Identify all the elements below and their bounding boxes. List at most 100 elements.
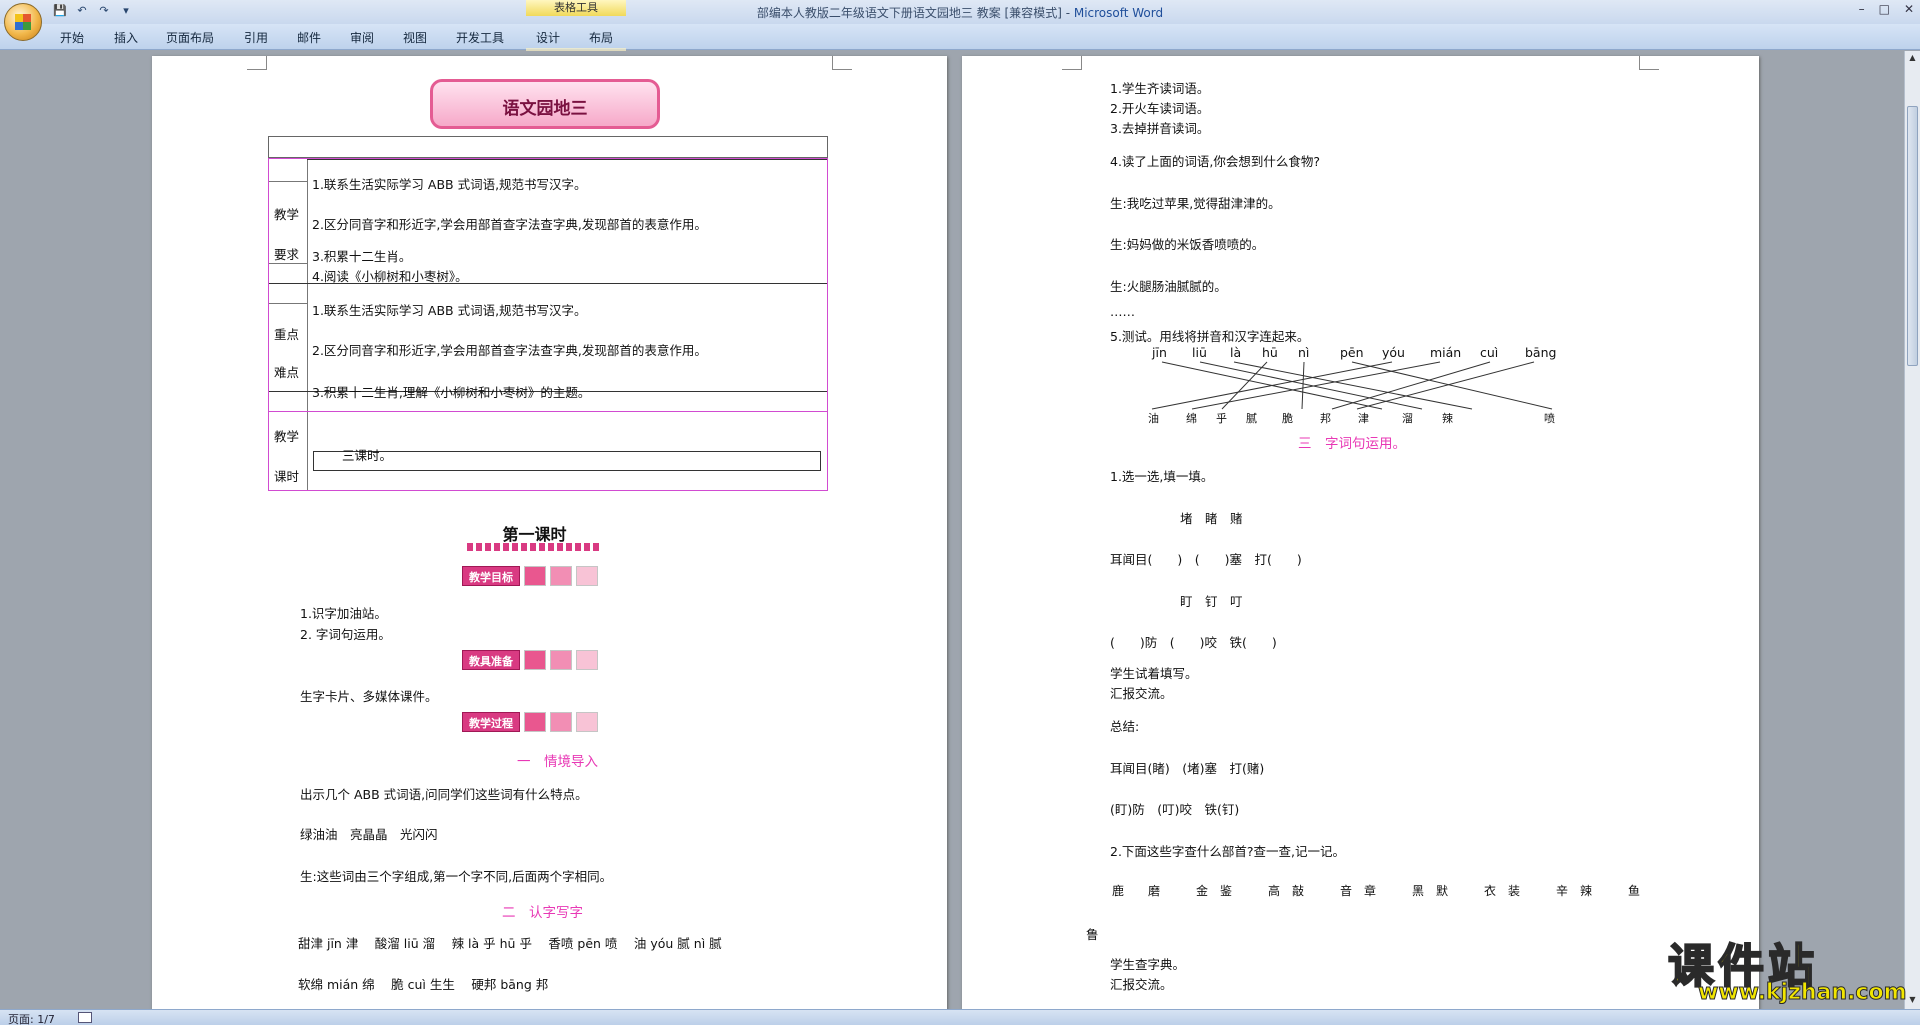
row-label: 教学 bbox=[274, 207, 300, 222]
pill-square bbox=[576, 566, 598, 586]
paragraph: 堵 睹 赌 bbox=[1180, 511, 1243, 526]
tab-insert[interactable]: 插入 bbox=[114, 29, 138, 46]
paragraph: ( )防 ( )咬 铁( ) bbox=[1110, 635, 1277, 650]
requirements-table bbox=[268, 158, 828, 491]
row-label: 教学 bbox=[274, 429, 300, 444]
page-count[interactable]: 页面: 1/7 bbox=[8, 1011, 55, 1025]
paragraph: 甜津 jīn 津 酸溜 liū 溜 辣 là 乎 hū 乎 香喷 pēn 喷 油… bbox=[298, 936, 722, 951]
pill-square bbox=[524, 650, 546, 670]
hanzi-label: 溜 bbox=[1402, 412, 1413, 425]
section-heading-2: 二 认字写字 bbox=[502, 905, 583, 921]
goal-item: 4.阅读《小柳树和小枣树》。 bbox=[312, 269, 468, 284]
ribbon-tabs: 开始 插入 页面布局 引用 邮件 审阅 视图 开发工具 设计 布局 ? bbox=[0, 24, 1920, 74]
tab-view[interactable]: 视图 bbox=[403, 29, 427, 46]
table-divider bbox=[269, 181, 307, 182]
prep-text: 生字卡片、多媒体课件。 bbox=[300, 689, 438, 704]
tab-review[interactable]: 审阅 bbox=[350, 29, 374, 46]
pill-square bbox=[524, 712, 546, 732]
minimize-button[interactable]: – bbox=[1859, 2, 1865, 16]
paragraph: 总结: bbox=[1110, 719, 1140, 734]
pill-square bbox=[550, 566, 572, 586]
objectives-pill: 教学目标 bbox=[462, 566, 520, 586]
paragraph: (盯)防 (叮)咬 铁(钉) bbox=[1110, 802, 1240, 817]
hanzi-label: 喷 bbox=[1544, 412, 1555, 425]
table-divider bbox=[269, 303, 307, 304]
watermark-logo: 课件站 www.kjzhan.com bbox=[1667, 930, 1908, 1008]
row-label: 难点 bbox=[274, 365, 300, 380]
paragraph: 耳闻目( ) ( )塞 打( ) bbox=[1110, 552, 1302, 567]
hanzi-label: 腻 bbox=[1246, 412, 1257, 425]
key-item: 3.积累十二生肖,理解《小柳树和小枣树》的主题。 bbox=[312, 385, 591, 400]
title-separator: - bbox=[1061, 6, 1074, 20]
row-label: 要求 bbox=[274, 247, 300, 262]
tab-references[interactable]: 引用 bbox=[244, 29, 268, 46]
paragraph: 学生试着填写。 bbox=[1110, 666, 1198, 681]
document-title: 部编本人教版二年级语文下册语文园地三 教案 [兼容模式] bbox=[756, 6, 1062, 20]
paragraph: 绿油油 亮晶晶 光闪闪 bbox=[300, 827, 438, 842]
objectives-heading: 教学目标 bbox=[462, 566, 598, 586]
paragraph: 汇报交流。 bbox=[1110, 977, 1173, 992]
scroll-up-icon[interactable]: ▲ bbox=[1907, 53, 1918, 65]
scroll-down-icon[interactable]: ▼ bbox=[1907, 995, 1918, 1007]
section-heading-1: 一 情境导入 bbox=[517, 754, 598, 770]
page-2: 1.学生齐读词语。 2.开火车读词语。 3.去掉拼音读词。 4.读了上面的词语,… bbox=[962, 56, 1759, 1014]
hanzi-label: 乎 bbox=[1216, 412, 1227, 425]
tab-developer[interactable]: 开发工具 bbox=[456, 29, 504, 46]
hanzi-label: 脆 bbox=[1282, 412, 1293, 425]
paragraph: 汇报交流。 bbox=[1110, 686, 1173, 701]
close-button[interactable]: ✕ bbox=[1904, 2, 1914, 16]
paragraph: 盯 钉 叮 bbox=[1180, 594, 1243, 609]
customize-qat-icon[interactable]: ▾ bbox=[118, 3, 134, 19]
tab-page-layout[interactable]: 页面布局 bbox=[166, 29, 214, 46]
quick-access-toolbar: 💾 ↶ ↷ ▾ bbox=[52, 3, 134, 19]
objective-item: 2. 字词句运用。 bbox=[300, 627, 391, 642]
window-controls: – □ ✕ bbox=[1859, 2, 1914, 16]
prep-heading: 教具准备 bbox=[462, 650, 598, 670]
goal-item: 2.区分同音字和形近字,学会用部首查字法查字典,发现部首的表意作用。 bbox=[312, 217, 707, 232]
save-icon[interactable]: 💾 bbox=[52, 3, 68, 19]
office-button[interactable] bbox=[4, 3, 42, 41]
paragraph: 软绵 mián 绵 脆 cuì 生生 硬邦 bāng 邦 bbox=[298, 977, 549, 992]
title-bar: 表格工具 部编本人教版二年级语文下册语文园地三 教案 [兼容模式] - Micr… bbox=[0, 0, 1920, 24]
hanzi-label: 绵 bbox=[1186, 412, 1197, 425]
paragraph: 鲁 bbox=[1086, 927, 1099, 942]
row-label: 课时 bbox=[274, 469, 300, 484]
redo-icon[interactable]: ↷ bbox=[96, 3, 112, 19]
goal-item: 1.联系生活实际学习 ABB 式词语,规范书写汉字。 bbox=[312, 177, 587, 192]
watermark-url: www.kjzhan.com bbox=[1698, 980, 1908, 1006]
page-1: 语文园地三 教学 要求 1.联系生活实际学习 ABB 式词语,规范书写汉字。 2… bbox=[152, 56, 947, 1014]
heading-ornament bbox=[467, 543, 602, 551]
table-divider bbox=[269, 411, 827, 412]
section-heading-3: 三 字词句运用。 bbox=[1298, 436, 1406, 452]
pill-square bbox=[576, 712, 598, 732]
hanzi-label: 油 bbox=[1148, 412, 1159, 425]
tab-mailings[interactable]: 邮件 bbox=[297, 29, 321, 46]
hours-value: 三课时。 bbox=[342, 448, 393, 463]
pill-square bbox=[576, 650, 598, 670]
paragraph: 鹿 磨 金 鉴 高 敲 音 章 黑 默 衣 装 辛 辣 鱼 bbox=[1112, 884, 1641, 898]
row-label: 重点 bbox=[274, 327, 300, 342]
key-item: 2.区分同音字和形近字,学会用部首查字法查字典,发现部首的表意作用。 bbox=[312, 343, 707, 358]
paragraph: 2.下面这些字查什么部首?查一查,记一记。 bbox=[1110, 844, 1346, 859]
vertical-scrollbar[interactable]: ▲ ▼ bbox=[1904, 51, 1920, 1009]
proofing-icon[interactable] bbox=[78, 1012, 92, 1023]
maximize-button[interactable]: □ bbox=[1879, 2, 1890, 16]
hanzi-label: 津 bbox=[1358, 412, 1369, 425]
tab-design[interactable]: 设计 bbox=[536, 29, 560, 46]
scroll-thumb[interactable] bbox=[1907, 106, 1918, 366]
pill-square bbox=[550, 650, 572, 670]
banner-title: 语文园地三 bbox=[502, 99, 588, 119]
prep-pill: 教具准备 bbox=[462, 650, 520, 670]
paragraph: 学生查字典。 bbox=[1110, 957, 1186, 972]
table-divider bbox=[269, 263, 307, 264]
paragraph: 出示几个 ABB 式词语,问同学们这些词有什么特点。 bbox=[300, 787, 588, 802]
pill-square bbox=[524, 566, 546, 586]
tab-layout[interactable]: 布局 bbox=[589, 29, 613, 46]
undo-icon[interactable]: ↶ bbox=[74, 3, 90, 19]
crop-mark bbox=[832, 56, 852, 70]
goal-item: 3.积累十二生肖。 bbox=[312, 249, 412, 264]
paragraph: 耳闻目(睹) (堵)塞 打(赌) bbox=[1110, 761, 1265, 776]
tab-home[interactable]: 开始 bbox=[60, 29, 84, 46]
process-heading: 教学过程 bbox=[462, 712, 598, 732]
hanzi-label: 邦 bbox=[1320, 412, 1331, 425]
